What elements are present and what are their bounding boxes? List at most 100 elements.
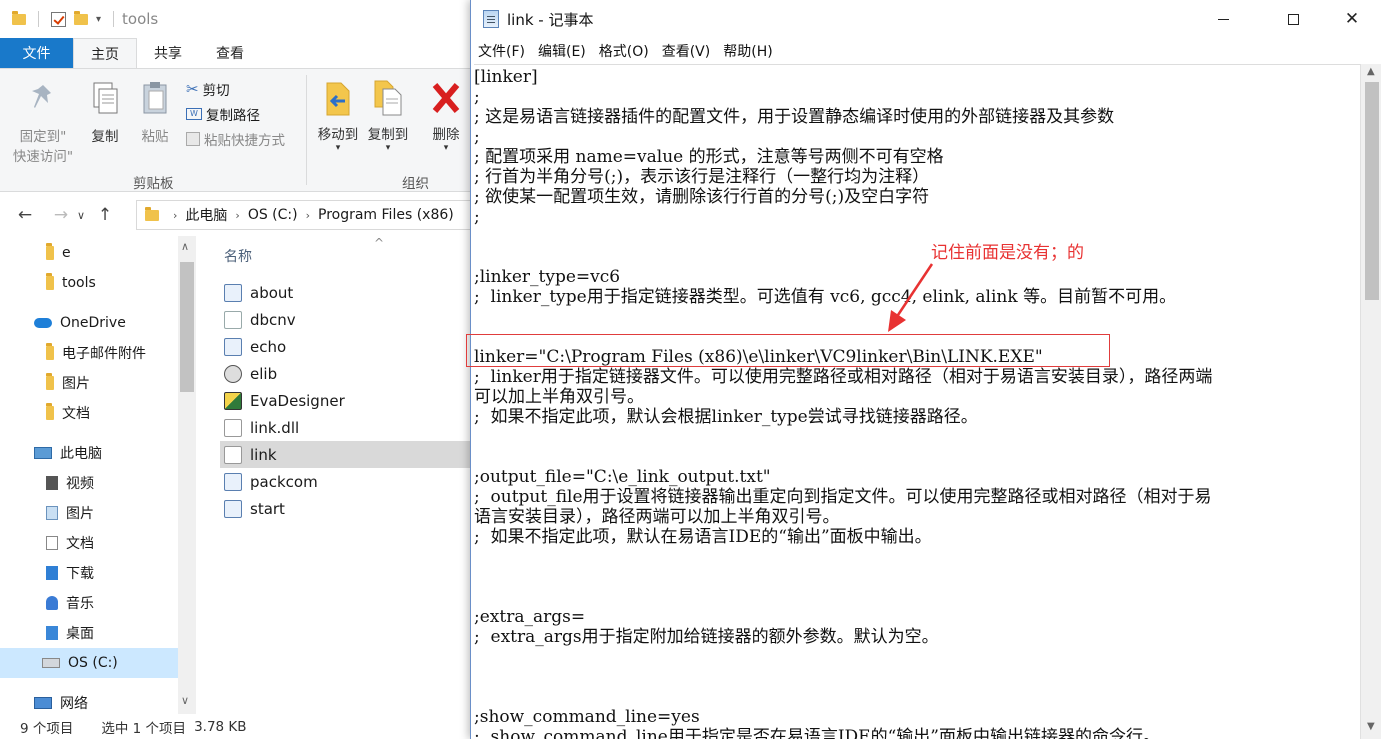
scrollbar-thumb[interactable] [180, 262, 194, 392]
file-name: EvaDesigner [250, 391, 345, 410]
file-item-start[interactable]: start [220, 495, 474, 522]
file-item-evadesigner[interactable]: EvaDesigner [220, 387, 474, 414]
file-item-elib[interactable]: elib [220, 360, 474, 387]
paste-button[interactable]: 粘贴 [134, 79, 176, 145]
file-item-packcom[interactable]: packcom [220, 468, 474, 495]
pin-to-quick-access-button[interactable]: 固定到" 快速访问" [10, 79, 76, 165]
nav-item-onedrive-pictures[interactable]: 图片 [0, 368, 178, 398]
folder-icon[interactable] [12, 10, 26, 25]
delete-button[interactable]: 删除 ▾ [425, 77, 467, 153]
explorer-title: tools [122, 10, 159, 28]
nav-item-os-c[interactable]: OS (C:) [0, 648, 178, 678]
tab-view[interactable]: 查看 [199, 38, 261, 68]
forward-arrow-icon[interactable]: → [48, 205, 74, 225]
properties-icon[interactable] [51, 11, 66, 27]
exe-icon [224, 472, 242, 491]
scroll-up-icon[interactable]: ∧ [181, 240, 189, 253]
breadcrumb-program-files[interactable]: Program Files (x86) [318, 207, 454, 223]
dll-icon [224, 418, 242, 437]
maximize-button[interactable] [1270, 0, 1316, 38]
status-bar: 9 个项目 选中 1 个项目 3.78 KB [0, 714, 474, 739]
text-line: ; linker_type用于指定链接器类型。可选值有 vc6, gcc4, e… [474, 287, 1177, 307]
menu-file[interactable]: 文件(F) [478, 41, 525, 61]
quick-access-dropdown-icon[interactable]: ▾ [96, 14, 101, 25]
nav-label: 网络 [60, 696, 88, 712]
file-item-link-dll[interactable]: link.dll [220, 414, 474, 441]
tab-file[interactable]: 文件 [0, 38, 73, 68]
text-line: ; show_command_line用于指定是否在易语言IDE的“输出”面板中… [474, 727, 1160, 739]
address-bar[interactable]: › 此电脑 › OS (C:) › Program Files (x86) [136, 200, 474, 230]
recent-locations-chevron-icon[interactable]: ∨ [74, 209, 88, 222]
chevron-right-icon[interactable]: › [306, 209, 310, 222]
breadcrumb-this-pc[interactable]: 此电脑 [185, 205, 227, 225]
copy-label: 复制 [91, 129, 119, 145]
nav-item-videos[interactable]: 视频 [0, 468, 178, 498]
chevron-right-icon[interactable]: › [235, 209, 239, 222]
nav-item-onedrive-documents[interactable]: 文档 [0, 398, 178, 428]
nav-item-desktop[interactable]: 桌面 [0, 618, 178, 648]
nav-item-this-pc[interactable]: 此电脑 [0, 438, 178, 468]
breadcrumb-os-c[interactable]: OS (C:) [248, 207, 298, 223]
music-icon [46, 596, 58, 610]
scroll-down-icon[interactable]: ▼ [1367, 721, 1375, 732]
copy-to-button[interactable]: 复制到 ▾ [364, 77, 412, 153]
file-name: echo [250, 337, 287, 356]
text-line: ; 欲使某一配置项生效，请删除该行行首的分号(;)及空白字符 [474, 187, 930, 207]
up-arrow-icon[interactable]: ↑ [92, 205, 118, 225]
minimize-button[interactable] [1200, 0, 1246, 38]
nav-item-music[interactable]: 音乐 [0, 588, 178, 618]
menu-view[interactable]: 查看(V) [662, 41, 711, 61]
nav-item-e[interactable]: e [0, 238, 178, 268]
menu-edit[interactable]: 编辑(E) [538, 41, 586, 61]
chevron-right-icon[interactable]: › [173, 209, 177, 222]
back-arrow-icon[interactable]: ← [12, 205, 38, 225]
copy-button[interactable]: 复制 [84, 79, 126, 145]
notepad-icon [483, 10, 499, 28]
nav-label: 桌面 [66, 626, 94, 642]
scrollbar-thumb[interactable] [1365, 82, 1379, 300]
file-name: packcom [250, 472, 318, 491]
editor-scrollbar[interactable]: ▲ ▼ [1360, 64, 1381, 739]
scroll-up-icon[interactable]: ▲ [1367, 66, 1375, 77]
file-item-dbcnv[interactable]: dbcnv [220, 306, 474, 333]
paste-shortcut-label: 粘贴快捷方式 [204, 133, 285, 149]
tab-home[interactable]: 主页 [73, 38, 137, 68]
nav-item-documents[interactable]: 文档 [0, 528, 178, 558]
text-editor[interactable]: [linker];; 这是易语言链接器插件的配置文件，用于设置静态编译时使用的外… [474, 64, 1360, 739]
tab-share[interactable]: 共享 [137, 38, 199, 68]
ribbon-home: 固定到" 快速访问" 复制 粘贴 ✂ 剪切 W 复制路径 粘贴快捷方式 剪贴板 … [0, 68, 474, 192]
file-item-link[interactable]: link [220, 441, 474, 468]
delete-icon [429, 77, 463, 117]
paste-shortcut-button[interactable]: 粘贴快捷方式 [186, 129, 285, 149]
exe-icon [224, 337, 242, 356]
text-line: [linker] [474, 67, 538, 87]
nav-item-downloads[interactable]: 下载 [0, 558, 178, 588]
nav-label: OneDrive [60, 315, 126, 331]
menu-help[interactable]: 帮助(H) [723, 41, 772, 61]
file-name: link.dll [250, 418, 300, 437]
copy-path-button[interactable]: W 复制路径 [186, 104, 260, 124]
new-folder-icon[interactable] [74, 10, 88, 25]
nav-item-email-attachments[interactable]: 电子邮件附件 [0, 338, 178, 368]
close-button[interactable]: ✕ [1329, 0, 1375, 38]
downloads-icon [46, 566, 58, 580]
cut-button[interactable]: ✂ 剪切 [186, 79, 230, 99]
nav-item-pictures[interactable]: 图片 [0, 498, 178, 528]
scroll-down-icon[interactable]: ∨ [181, 694, 189, 707]
nav-label: 文档 [66, 536, 94, 552]
chevron-down-icon: ▾ [385, 143, 391, 153]
doc-icon [224, 310, 242, 329]
file-name: start [250, 499, 285, 518]
column-header-name[interactable]: 名称 [224, 246, 252, 266]
menu-format[interactable]: 格式(O) [599, 41, 649, 61]
file-item-about[interactable]: about [220, 279, 474, 306]
nav-item-tools[interactable]: tools [0, 268, 178, 298]
exe-icon [224, 283, 242, 302]
nav-item-onedrive[interactable]: OneDrive [0, 308, 178, 338]
nav-pane-scrollbar[interactable]: ∧ ∨ [178, 236, 196, 714]
organize-group-label: 组织 [402, 176, 429, 192]
config-icon [224, 445, 242, 464]
file-name: elib [250, 364, 278, 383]
file-item-echo[interactable]: echo [220, 333, 474, 360]
move-to-button[interactable]: 移动到 ▾ [314, 77, 362, 153]
